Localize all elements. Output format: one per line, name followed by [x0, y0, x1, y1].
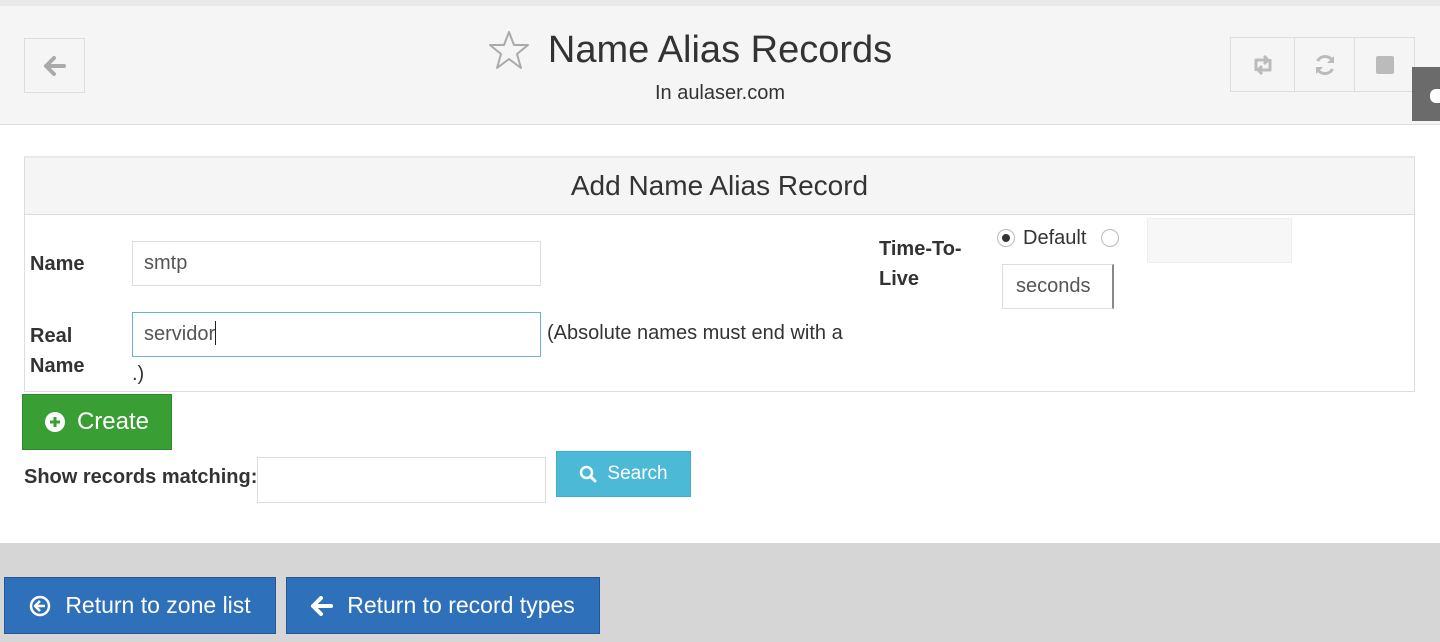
- refresh-button[interactable]: [1294, 37, 1355, 92]
- plus-circle-icon: [44, 412, 65, 432]
- stop-button[interactable]: [1354, 37, 1415, 92]
- realname-hint: (Absolute names must end with a: [547, 322, 843, 344]
- return-zone-list-button[interactable]: Return to zone list: [4, 577, 276, 634]
- realname-label-line2: Name: [30, 355, 85, 377]
- retweet-icon: [1254, 54, 1271, 75]
- ttl-default-label: Default: [1023, 227, 1087, 249]
- ttl-custom-radio[interactable]: [1101, 229, 1119, 247]
- return-record-types-label: Return to record types: [347, 592, 575, 618]
- name-input[interactable]: smtp: [132, 241, 541, 286]
- retweet-button[interactable]: [1230, 37, 1295, 92]
- return-record-types-button[interactable]: Return to record types: [286, 577, 600, 634]
- ttl-input[interactable]: [1147, 218, 1292, 263]
- form-heading: Add Name Alias Record: [25, 158, 1414, 215]
- name-label: Name: [30, 253, 85, 275]
- realname-input[interactable]: servidor: [132, 312, 541, 357]
- page-subtitle: In aulaser.com: [654, 82, 786, 104]
- search-input[interactable]: [257, 457, 546, 503]
- search-label: Show records matching:: [24, 466, 258, 488]
- search-button-label: Search: [607, 463, 668, 484]
- bell-icon: [1430, 89, 1440, 103]
- return-zone-list-label: Return to zone list: [65, 592, 251, 618]
- create-label: Create: [76, 408, 150, 435]
- realname-value: servidor: [144, 323, 216, 345]
- create-button[interactable]: Create: [22, 394, 172, 450]
- ttl-label-line1: Time-To-: [879, 238, 962, 260]
- page-title: Name Alias Records: [547, 29, 893, 71]
- search-button[interactable]: Search: [556, 451, 691, 497]
- ttl-units-select[interactable]: seconds: [1002, 264, 1114, 309]
- side-tab[interactable]: [1412, 67, 1440, 121]
- ttl-label-line2: Live: [879, 268, 920, 290]
- refresh-icon: [1315, 54, 1334, 75]
- circle-arrow-left-icon: [30, 595, 51, 616]
- arrow-left-icon: [311, 595, 334, 616]
- page-header: Name Alias Records In aulaser.com: [0, 6, 1440, 125]
- text-caret: [215, 320, 217, 345]
- realname-label-line1: Real: [30, 325, 73, 347]
- search-icon: [580, 465, 597, 483]
- ttl-default-radio[interactable]: [997, 229, 1015, 247]
- stop-icon: [1375, 55, 1394, 74]
- realname-hint-end: .): [132, 363, 145, 385]
